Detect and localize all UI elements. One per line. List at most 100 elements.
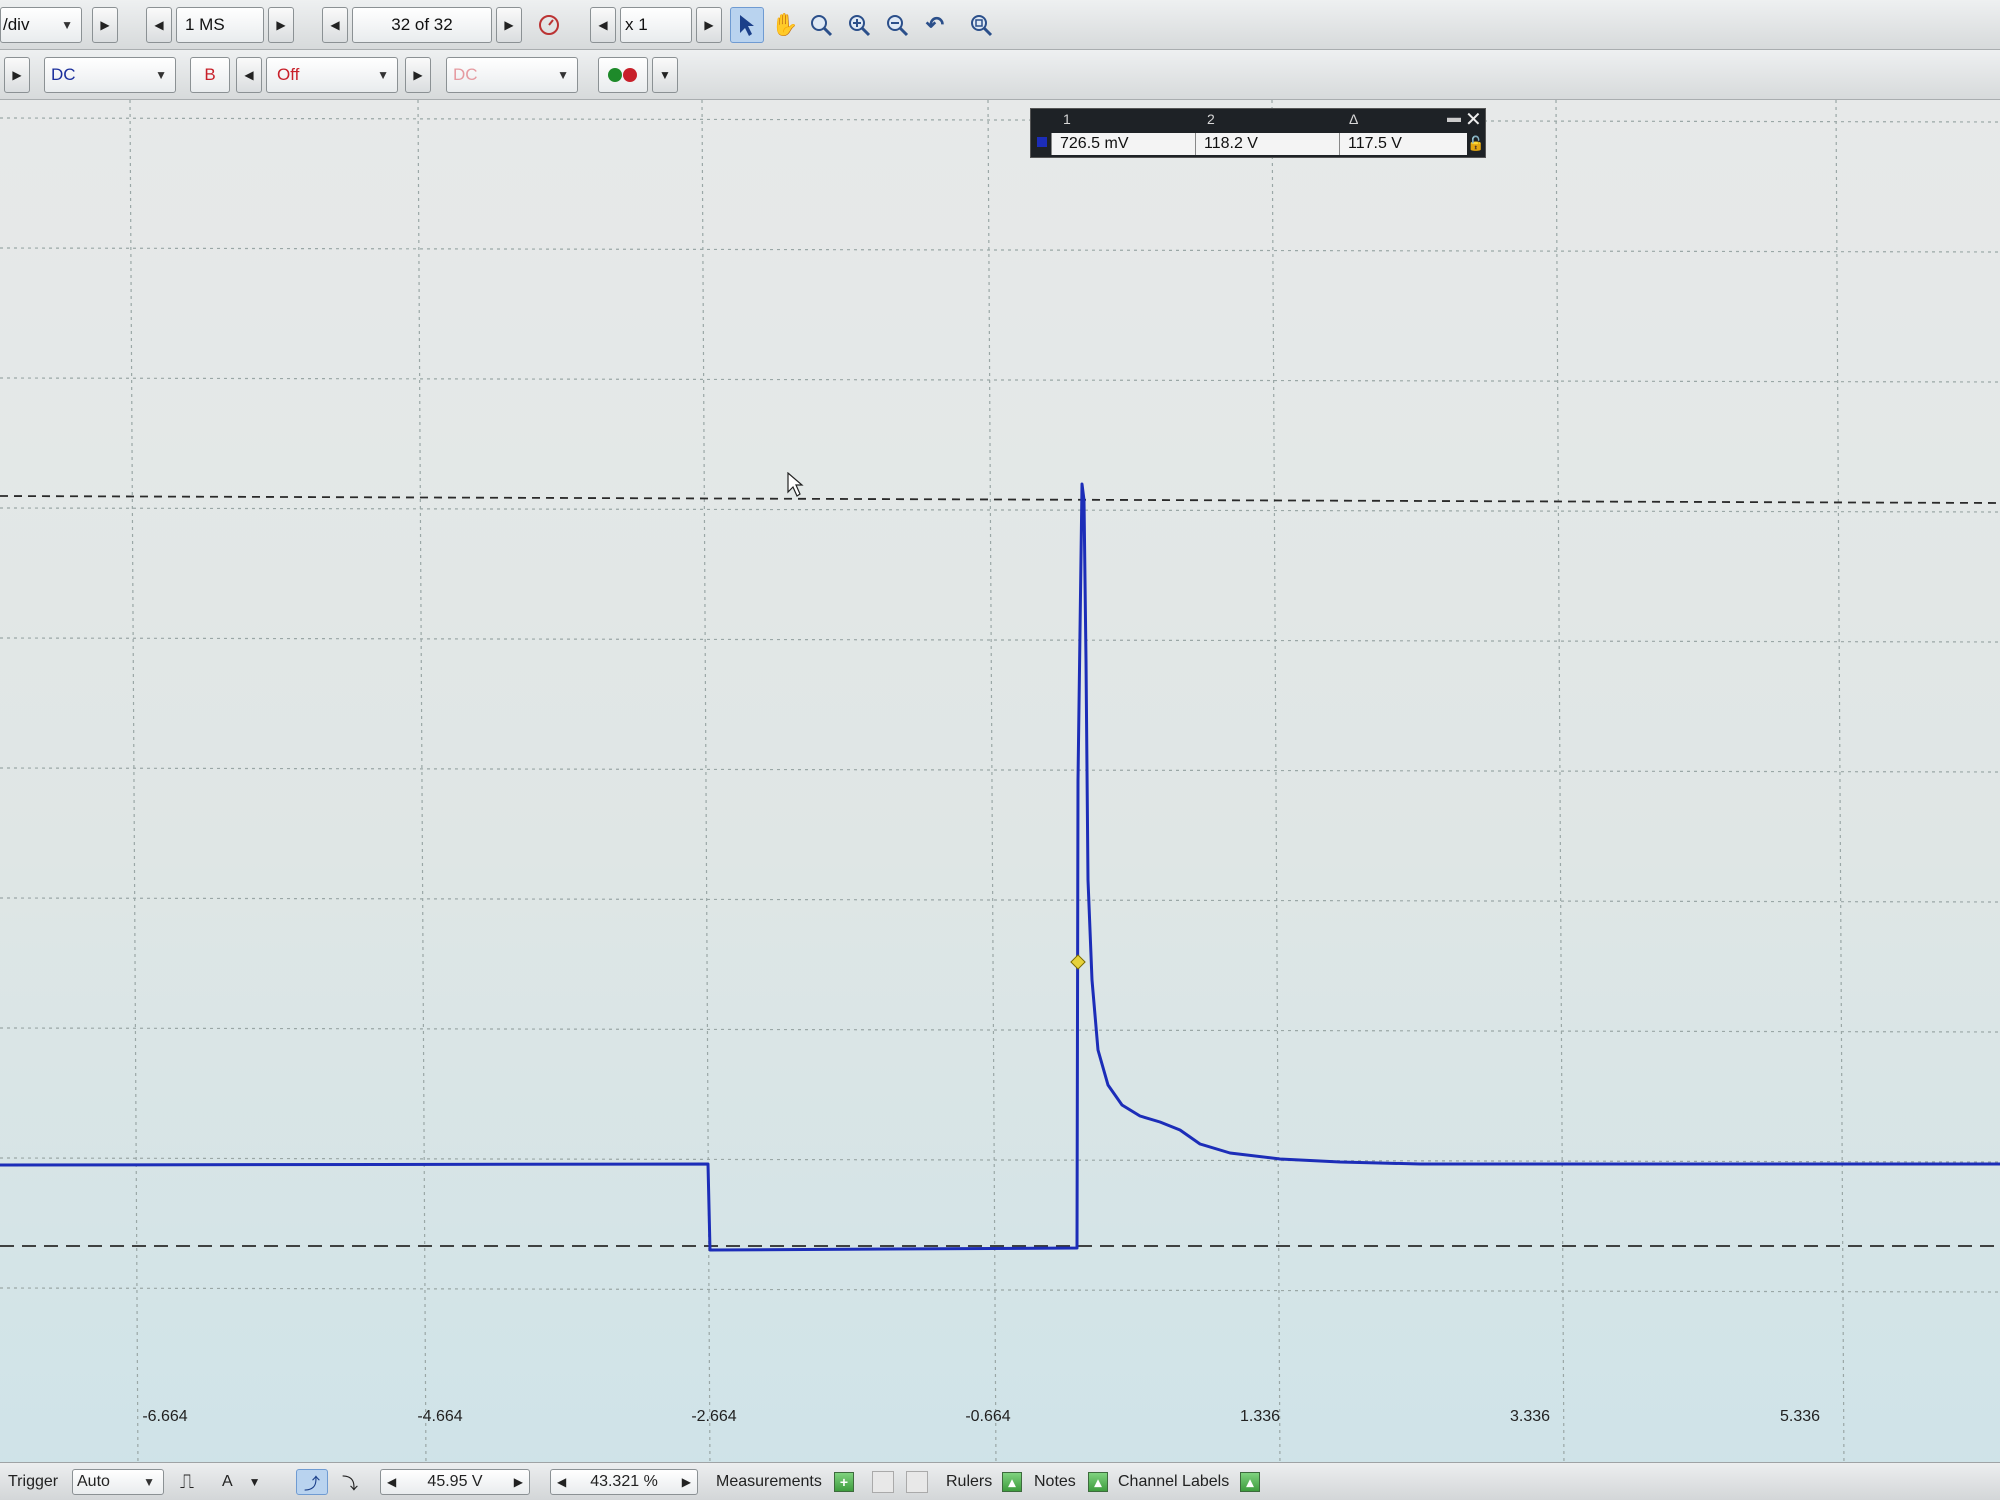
channel-a-swatch [1037,137,1047,147]
ruler-line-2 [0,495,2000,504]
threshold-next-icon[interactable]: ▶ [514,1475,523,1489]
stopwatch-icon[interactable] [532,7,566,43]
grid-line-horizontal [0,1287,2000,1293]
channel-b-range-next-button[interactable]: ▶ [405,57,431,93]
x-tick-label: -4.664 [417,1408,463,1425]
x-tick-label: -6.664 [142,1408,188,1425]
grid-line-vertical [417,100,427,1470]
grid-line-horizontal [0,767,2000,773]
rulers-toggle-icon[interactable]: ▴ [1002,1472,1022,1492]
zoom-in-icon[interactable] [842,7,876,43]
notes-toggle-icon[interactable]: ▴ [1088,1472,1108,1492]
ruler-col3-header: Δ [1349,111,1359,127]
top-toolbar: /div ▼ ▶ ◀ 1 MS ▶ ◀ 32 of 32 ▶ ◀ x 1 ▶ ✋… [0,0,2000,50]
scope-display[interactable] [0,100,2000,1470]
zoom-fit-icon[interactable] [964,7,998,43]
chevron-down-icon: ▼ [61,18,73,32]
chevron-down-icon: ▼ [248,1475,261,1489]
channel-labels-toggle-icon[interactable]: ▴ [1240,1472,1260,1492]
rising-edge-icon[interactable]: ⤴ [296,1469,328,1495]
trigger-mode-select[interactable]: Auto ▼ [72,1469,164,1495]
ruler1-value: 726.5 mV [1051,133,1195,155]
hand-pan-icon[interactable]: ✋ [768,7,802,43]
ruler2-value: 118.2 V [1195,133,1339,155]
channel-a-next-button[interactable]: ▶ [4,57,30,93]
trigger-label: Trigger [8,1473,59,1490]
channel-b-range-prev-button[interactable]: ◀ [236,57,262,93]
minimize-icon[interactable]: ▬ [1447,109,1461,125]
channel-b-coupling-select[interactable]: DC ▼ [446,57,578,93]
trigger-type-icon[interactable]: ⎍ [180,1469,194,1495]
channel-color-button[interactable] [598,57,648,93]
close-icon[interactable]: ✕ [1465,107,1482,132]
capture-next-button[interactable]: ▶ [496,7,522,43]
trigger-statusbar: Trigger Auto ▼ ⎍ A ▼ ⤴ ⤵ ◀ 45.95 V ▶ ◀ 4… [0,1462,2000,1500]
zoom-factor-next-button[interactable]: ▶ [696,7,722,43]
delete-measurement-icon[interactable] [906,1471,928,1493]
rulers-panel[interactable]: 1 2 Δ ▬ ✕ 726.5 mV 118.2 V 117.5 V 🔓 [1030,108,1486,158]
ruler-col1-header: 1 [1063,111,1071,127]
channel-a-coupling-select[interactable]: DC ▼ [44,57,176,93]
trigger-threshold: 45.95 V [427,1473,483,1490]
x-tick-label: 1.336 [1239,1408,1281,1425]
trigger-channel-select[interactable]: A ▼ [222,1469,278,1495]
pretrigger-next-icon[interactable]: ▶ [682,1475,691,1489]
pretrigger-prev-icon[interactable]: ◀ [557,1475,566,1489]
edit-measurement-icon[interactable] [872,1471,894,1493]
x-tick-label: -2.664 [691,1408,737,1425]
samples-prev-button[interactable]: ◀ [146,7,172,43]
x-tick-label: -0.664 [965,1408,1011,1425]
grid-line-horizontal [0,1027,2000,1033]
waveform-plot[interactable] [0,100,2000,1470]
channel-b-range-select[interactable]: Off ▼ [266,57,398,93]
pre-trigger-field[interactable]: ◀ 43.321 % ▶ [550,1469,698,1495]
channel-dots-icon [608,68,637,82]
timebase-next-button[interactable]: ▶ [92,7,118,43]
measurements-label: Measurements [716,1473,822,1490]
chevron-down-icon: ▼ [143,1475,155,1489]
samples-field[interactable]: 1 MS [176,7,264,43]
channel-toolbar: ▶ DC ▼ B ◀ Off ▼ ▶ DC ▼ ▼ [0,50,2000,100]
timebase-select[interactable]: /div ▼ [0,7,82,43]
zoom-out-icon[interactable] [880,7,914,43]
grid-line-vertical [1271,100,1281,1470]
falling-edge-icon[interactable]: ⤵ [336,1469,364,1495]
ruler-delta-value: 117.5 V [1339,133,1467,155]
x-tick-label: 3.336 [1509,1408,1551,1425]
mouse-cursor-icon [787,472,804,497]
grid-line-vertical [1555,100,1565,1470]
grid-line-vertical [701,100,711,1470]
capture-prev-button[interactable]: ◀ [322,7,348,43]
zoom-factor-label: x 1 [625,15,648,34]
threshold-prev-icon[interactable]: ◀ [387,1475,396,1489]
grid-line-horizontal [0,1157,2000,1163]
pointer-icon[interactable] [730,7,764,43]
channel-a-coupling: DC [51,65,76,84]
add-measurement-icon[interactable]: + [834,1472,854,1492]
grid-line-horizontal [0,507,2000,513]
channel-b-button[interactable]: B [190,57,230,93]
trigger-channel: A [222,1473,233,1490]
zoom-icon[interactable] [804,7,838,43]
lock-icon[interactable]: 🔓 [1467,135,1484,152]
waveform-trace [0,482,2000,1252]
rulers-label: Rulers [946,1473,993,1490]
timebase-label: /div [3,15,30,34]
samples-next-button[interactable]: ▶ [268,7,294,43]
channel-b-range: Off [277,65,300,84]
channel-color-dropdown-button[interactable]: ▼ [652,57,678,93]
zoom-factor-field[interactable]: x 1 [620,7,692,43]
chevron-down-icon: ▼ [557,68,569,82]
samples-label: 1 MS [185,15,225,34]
grid-line-horizontal [0,897,2000,903]
channel-labels-label: Channel Labels [1118,1473,1230,1490]
grid-line-horizontal [0,377,2000,383]
trigger-threshold-field[interactable]: ◀ 45.95 V ▶ [380,1469,530,1495]
capture-label: 32 of 32 [391,15,453,34]
capture-counter[interactable]: 32 of 32 [352,7,492,43]
channel-b-coupling: DC [453,65,478,84]
grid-line-horizontal [0,247,2000,253]
x-tick-label: 5.336 [1779,1408,1821,1425]
zoom-factor-prev-button[interactable]: ◀ [590,7,616,43]
undo-zoom-icon[interactable]: ↶ [918,7,952,43]
